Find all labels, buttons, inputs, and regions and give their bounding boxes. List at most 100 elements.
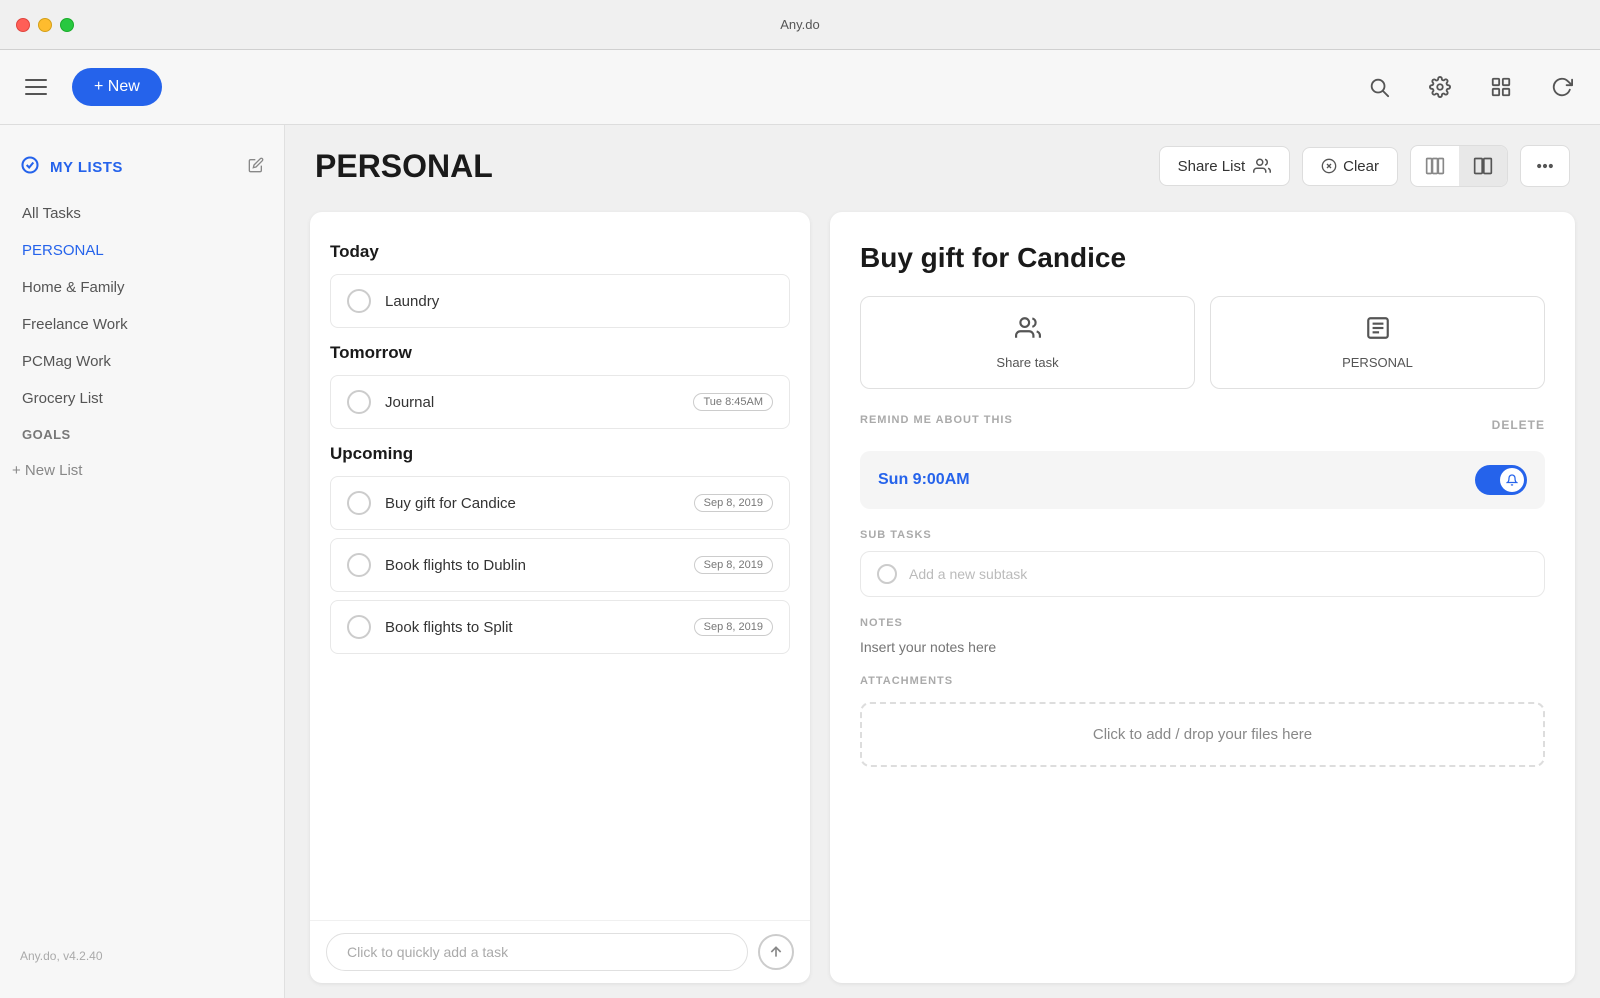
- task-checkbox[interactable]: [347, 390, 371, 414]
- sidebar-item-grocery-list[interactable]: Grocery List: [10, 380, 274, 417]
- task-item-book-flights-dublin[interactable]: Book flights to Dublin Sep 8, 2019: [330, 538, 790, 592]
- sidebar-item-personal[interactable]: PERSONAL: [10, 232, 274, 269]
- subtask-circle: [877, 564, 897, 584]
- edit-lists-button[interactable]: [248, 157, 264, 178]
- ellipsis-icon: [1535, 156, 1555, 176]
- clear-label: Clear: [1343, 158, 1379, 175]
- attachments-drop-label: Click to add / drop your files here: [1093, 726, 1312, 743]
- task-name: Book flights to Dublin: [385, 557, 680, 574]
- sidebar-item-pcmag-work[interactable]: PCMag Work: [10, 343, 274, 380]
- page-title: PERSONAL: [315, 148, 493, 185]
- sidebar: MY LISTS All Tasks PERSONAL Home & Famil…: [0, 125, 285, 998]
- share-people-icon: [1253, 157, 1271, 175]
- arrow-up-icon: [768, 944, 784, 960]
- check-circle-icon: [20, 155, 40, 180]
- reminder-time: Sun 9:00AM: [878, 471, 970, 489]
- task-panel: Today Laundry Tomorrow Journal Tue 8:45A…: [310, 212, 810, 983]
- settings-button[interactable]: [1422, 69, 1458, 105]
- more-options-button[interactable]: [1520, 145, 1570, 187]
- hamburger-icon: [25, 93, 47, 95]
- sidebar-footer-version: Any.do, v4.2.40: [0, 934, 284, 978]
- toggle-knob: [1500, 468, 1524, 492]
- personal-list-card[interactable]: PERSONAL: [1210, 296, 1545, 389]
- subtask-placeholder: Add a new subtask: [909, 566, 1027, 582]
- hamburger-icon: [25, 86, 47, 88]
- sidebar-item-all-tasks[interactable]: All Tasks: [10, 195, 274, 232]
- pencil-icon: [248, 157, 264, 173]
- task-submit-button[interactable]: [758, 934, 794, 970]
- hamburger-icon: [25, 79, 47, 81]
- detail-panel: Buy gift for Candice Share task: [830, 212, 1575, 983]
- section-tomorrow: Tomorrow: [330, 343, 790, 363]
- hamburger-button[interactable]: [20, 74, 52, 100]
- view-split-button[interactable]: [1459, 146, 1507, 186]
- task-name: Book flights to Split: [385, 619, 680, 636]
- task-tag: Sep 8, 2019: [694, 494, 773, 512]
- task-list-content[interactable]: Today Laundry Tomorrow Journal Tue 8:45A…: [310, 212, 810, 920]
- view-columns-button[interactable]: [1411, 146, 1459, 186]
- task-checkbox[interactable]: [347, 289, 371, 313]
- task-tag: Tue 8:45AM: [693, 393, 773, 411]
- new-button-label: + New: [94, 78, 140, 96]
- sidebar-header: MY LISTS: [0, 145, 284, 195]
- traffic-lights: [16, 18, 74, 32]
- notes-input[interactable]: [860, 639, 1545, 655]
- attachments-drop-zone[interactable]: Click to add / drop your files here: [860, 702, 1545, 767]
- my-lists-heading: MY LISTS: [50, 159, 123, 176]
- quick-add-input[interactable]: Click to quickly add a task: [326, 933, 748, 971]
- list-icon: [1365, 315, 1391, 347]
- subtask-input-row[interactable]: Add a new subtask: [860, 551, 1545, 597]
- task-name: Laundry: [385, 293, 773, 310]
- view-columns-icon: [1425, 156, 1445, 176]
- content-header: PERSONAL Share List: [285, 125, 1600, 197]
- task-item-book-flights-split[interactable]: Book flights to Split Sep 8, 2019: [330, 600, 790, 654]
- content-actions: Share List Clear: [1159, 145, 1570, 187]
- attachments-section-label: ATTACHMENTS: [860, 675, 1545, 687]
- new-button[interactable]: + New: [72, 68, 162, 106]
- view-split-icon: [1473, 156, 1493, 176]
- clear-button[interactable]: Clear: [1302, 147, 1398, 186]
- app-body: MY LISTS All Tasks PERSONAL Home & Famil…: [0, 125, 1600, 998]
- share-task-card[interactable]: Share task: [860, 296, 1195, 389]
- task-checkbox[interactable]: [347, 491, 371, 515]
- toolbar-left: + New: [20, 68, 162, 106]
- close-button[interactable]: [16, 18, 30, 32]
- sidebar-item-home-family[interactable]: Home & Family: [10, 269, 274, 306]
- personal-list-label: PERSONAL: [1342, 355, 1413, 370]
- fullscreen-button[interactable]: [60, 18, 74, 32]
- task-name: Buy gift for Candice: [385, 495, 680, 512]
- sidebar-item-goals[interactable]: GOALS: [10, 417, 274, 452]
- detail-action-cards: Share task PERSONAL: [860, 296, 1545, 389]
- refresh-button[interactable]: [1544, 69, 1580, 105]
- remind-section-label: REMIND ME ABOUT THIS: [860, 414, 1013, 426]
- subtasks-section-label: SUB TASKS: [860, 529, 1545, 541]
- new-list-button[interactable]: + New List: [0, 452, 284, 489]
- detail-title: Buy gift for Candice: [860, 242, 1545, 274]
- task-checkbox[interactable]: [347, 553, 371, 577]
- reminder-toggle[interactable]: [1475, 465, 1527, 495]
- share-list-button[interactable]: Share List: [1159, 146, 1291, 186]
- search-icon: [1368, 76, 1390, 98]
- main-toolbar: + New: [0, 50, 1600, 125]
- minimize-button[interactable]: [38, 18, 52, 32]
- share-task-label: Share task: [996, 355, 1058, 370]
- share-task-icon: [1015, 315, 1041, 347]
- task-add-bar: Click to quickly add a task: [310, 920, 810, 983]
- task-item-journal[interactable]: Journal Tue 8:45AM: [330, 375, 790, 429]
- app-title: Any.do: [780, 17, 820, 32]
- sidebar-items: All Tasks PERSONAL Home & Family Freelan…: [0, 195, 284, 452]
- task-item-laundry[interactable]: Laundry: [330, 274, 790, 328]
- task-tag: Sep 8, 2019: [694, 556, 773, 574]
- refresh-icon: [1551, 76, 1573, 98]
- notes-section-label: NOTES: [860, 617, 1545, 629]
- gear-icon: [1429, 76, 1451, 98]
- task-tag: Sep 8, 2019: [694, 618, 773, 636]
- widget-button[interactable]: [1483, 69, 1519, 105]
- search-button[interactable]: [1361, 69, 1397, 105]
- task-item-buy-gift[interactable]: Buy gift for Candice Sep 8, 2019: [330, 476, 790, 530]
- titlebar: Any.do: [0, 0, 1600, 50]
- sidebar-item-freelance-work[interactable]: Freelance Work: [10, 306, 274, 343]
- task-checkbox[interactable]: [347, 615, 371, 639]
- reminder-time-box: Sun 9:00AM: [860, 451, 1545, 509]
- delete-button[interactable]: DELETE: [1492, 418, 1545, 432]
